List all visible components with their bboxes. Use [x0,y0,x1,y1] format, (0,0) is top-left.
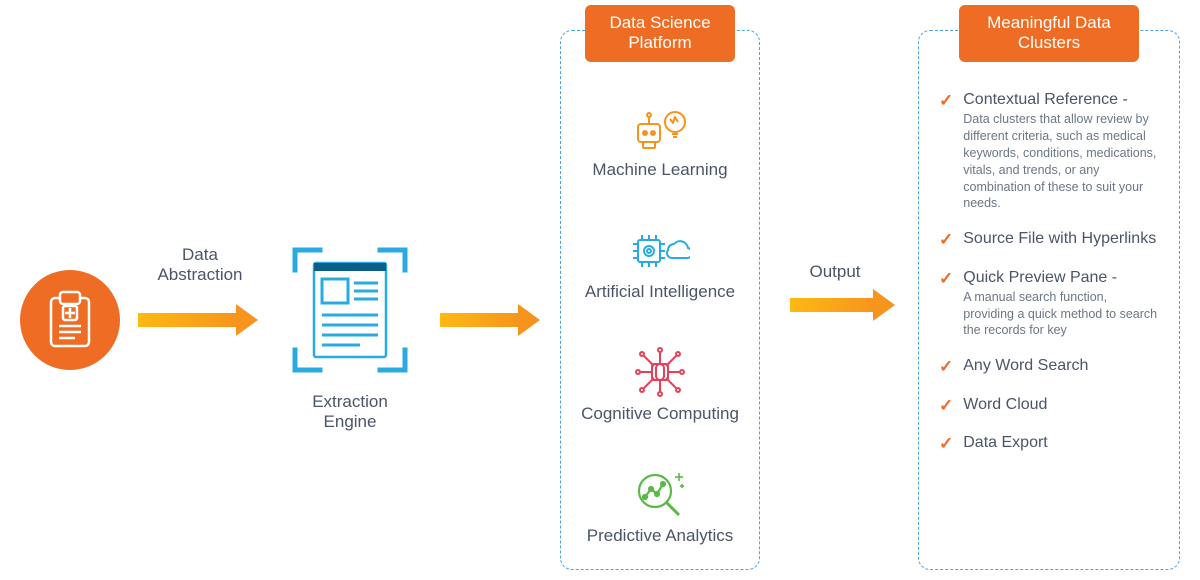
arrow1-label: Data Abstraction [145,245,255,285]
arrow1 [138,313,238,327]
extraction-engine: Extraction Engine [285,245,415,432]
check-icon: ✓ [939,269,953,289]
dsp-cc-label: Cognitive Computing [581,404,739,424]
dsp-title2: Platform [585,33,735,53]
check-icon: ✓ [939,91,953,111]
mdc-header: Meaningful Data Clusters [959,5,1139,62]
mdc-item: ✓ Contextual Reference - Data clusters t… [939,91,1159,212]
mdc-item-desc: Data clusters that allow review by diffe… [963,111,1159,212]
check-icon: ✓ [939,396,953,416]
robot-bulb-icon [630,104,690,152]
medical-clipboard-icon [45,290,95,350]
mdc-item: ✓ Word Cloud [939,396,1159,416]
mdc-list: ✓ Contextual Reference - Data clusters t… [939,91,1159,454]
mdc-item: ✓ Source File with Hyperlinks [939,230,1159,250]
dsp-pa-label: Predictive Analytics [587,526,733,546]
dsp-header: Data Science Platform [585,5,735,62]
dsp-ai-label: Artificial Intelligence [585,282,735,302]
dsp-ml-label: Machine Learning [592,160,727,180]
dsp-item-ai: Artificial Intelligence [585,226,735,302]
arrow3-label: Output [795,262,875,282]
brain-circuit-icon [632,346,688,398]
engine-label: Extraction Engine [285,392,415,432]
mdc-item-title: Data Export [963,434,1047,452]
mdc-item: ✓ Data Export [939,434,1159,454]
arrow2 [440,313,520,327]
mdc-item-title: Any Word Search [963,357,1088,375]
chip-cloud-icon [630,226,690,274]
source-circle [20,270,120,370]
mdc-item-title: Contextual Reference - [963,91,1159,109]
mdc-item-desc: A manual search function, providing a qu… [963,289,1159,340]
data-science-platform-panel: Data Science Platform Machine Learn [560,30,760,570]
mdc-item-title: Word Cloud [963,396,1047,414]
dsp-title1: Data Science [585,13,735,33]
meaningful-data-clusters-panel: Meaningful Data Clusters ✓ Contextual Re… [918,30,1180,570]
check-icon: ✓ [939,230,953,250]
analytics-lens-icon [633,469,687,519]
document-scan-icon [290,245,410,375]
mdc-title1: Meaningful Data [959,13,1139,33]
mdc-item: ✓ Quick Preview Pane - A manual search f… [939,269,1159,340]
mdc-item-title: Source File with Hyperlinks [963,230,1156,248]
check-icon: ✓ [939,357,953,377]
diagram-stage: Data Abstraction Extraction Engine [0,0,1200,580]
check-icon: ✓ [939,434,953,454]
dsp-item-cc: Cognitive Computing [581,348,739,424]
mdc-title2: Clusters [959,33,1139,53]
mdc-item-title: Quick Preview Pane - [963,269,1159,287]
arrow3 [790,298,875,312]
dsp-item-pa: Predictive Analytics [587,470,733,546]
dsp-item-ml: Machine Learning [592,104,727,180]
mdc-item: ✓ Any Word Search [939,357,1159,377]
